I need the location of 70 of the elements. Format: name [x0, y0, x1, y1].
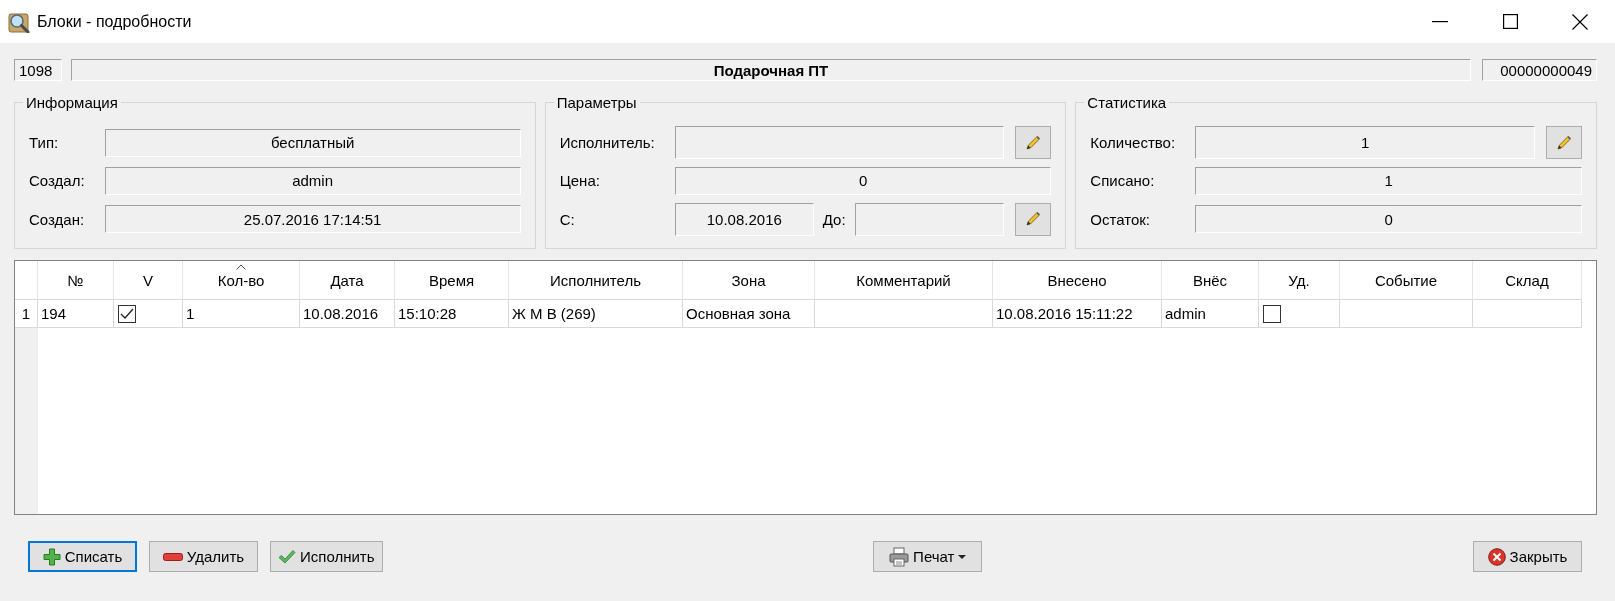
close-icon: [1572, 13, 1588, 30]
column-header[interactable]: Зона: [683, 261, 815, 300]
code-field: 00000000049: [1482, 59, 1597, 81]
table-cell: 10.08.2016: [300, 300, 395, 328]
sort-caret-icon: [236, 264, 246, 270]
magnifier-box-icon: [8, 10, 30, 33]
edit-button[interactable]: [1015, 202, 1052, 236]
checkmark-icon: [120, 307, 134, 320]
close-circle-icon: [1487, 547, 1506, 566]
table-cell: Ж М В (269): [509, 300, 683, 328]
checkbox[interactable]: [118, 304, 136, 323]
readonly-field: admin: [104, 167, 521, 195]
field-label: Цена:: [559, 172, 601, 190]
table-cell: 1: [183, 300, 300, 328]
maximize-icon: [1502, 14, 1518, 29]
column-header[interactable]: Событие: [1340, 261, 1473, 300]
field-label: До:: [822, 210, 846, 228]
group-title: Информация: [23, 94, 121, 111]
printer-icon: [889, 546, 910, 567]
readonly-field: 0: [1195, 205, 1582, 234]
column-header[interactable]: Исполнитель: [509, 261, 683, 300]
column-header[interactable]: Внесено: [993, 261, 1162, 300]
minus-icon: [162, 552, 183, 561]
field-label: С:: [559, 210, 576, 228]
field-label: Создал:: [29, 172, 86, 190]
close-dialog-button[interactable]: Закрыть: [1473, 541, 1582, 572]
minimize-icon: [1432, 20, 1448, 23]
window-title: Блоки - подробности: [37, 12, 193, 31]
column-header[interactable]: №: [38, 261, 114, 300]
readonly-field: бесплатный: [104, 128, 521, 157]
readonly-field: 1: [1195, 167, 1582, 195]
print-button[interactable]: Печат: [873, 541, 983, 572]
table-cell: 194: [38, 300, 114, 328]
check-icon: [278, 548, 296, 565]
column-header[interactable]: Время: [395, 261, 509, 300]
pencil-icon: [1556, 134, 1572, 151]
column-header[interactable]: Уд.: [1259, 261, 1340, 300]
add-button[interactable]: Списать: [28, 541, 137, 572]
column-header[interactable]: Дата: [300, 261, 395, 300]
table-cell: 15:10:28: [395, 300, 509, 328]
header-corner-cell: [15, 261, 38, 300]
name-field: Подарочная ПТ: [71, 59, 1471, 81]
readonly-field: 10.08.2016: [674, 202, 814, 236]
checkbox[interactable]: [1263, 304, 1281, 323]
column-header[interactable]: Внёс: [1162, 261, 1259, 300]
field-label: Количество:: [1090, 134, 1177, 152]
field-label: Списано:: [1090, 172, 1156, 190]
plus-icon: [42, 547, 61, 566]
table-cell: 10.08.2016 15:11:22: [993, 300, 1162, 328]
pencil-icon: [1025, 134, 1042, 151]
column-header[interactable]: V: [114, 261, 183, 300]
table-cell: admin: [1162, 300, 1259, 328]
edit-button[interactable]: [1546, 126, 1582, 160]
id-field: 1098: [14, 59, 62, 81]
pencil-icon: [1025, 211, 1042, 228]
delete-button[interactable]: Удалить: [149, 541, 258, 572]
dropdown-caret-icon: [958, 554, 967, 559]
field-label: Создан:: [29, 210, 86, 228]
field-label: Тип:: [29, 134, 60, 152]
edit-button[interactable]: [1015, 126, 1052, 160]
column-header[interactable]: Склад: [1473, 261, 1582, 300]
field-label: Остаток:: [1090, 210, 1151, 228]
table-cell: Основная зона: [683, 300, 815, 328]
column-header[interactable]: Кол-во: [183, 261, 300, 300]
execute-button[interactable]: Исполнить: [270, 541, 383, 572]
readonly-field: 1: [1195, 126, 1535, 160]
column-header[interactable]: Комментарий: [815, 261, 993, 300]
readonly-field: 25.07.2016 17:14:51: [104, 205, 521, 234]
readonly-field: 0: [674, 167, 1052, 195]
field-label: Исполнитель:: [559, 134, 656, 152]
